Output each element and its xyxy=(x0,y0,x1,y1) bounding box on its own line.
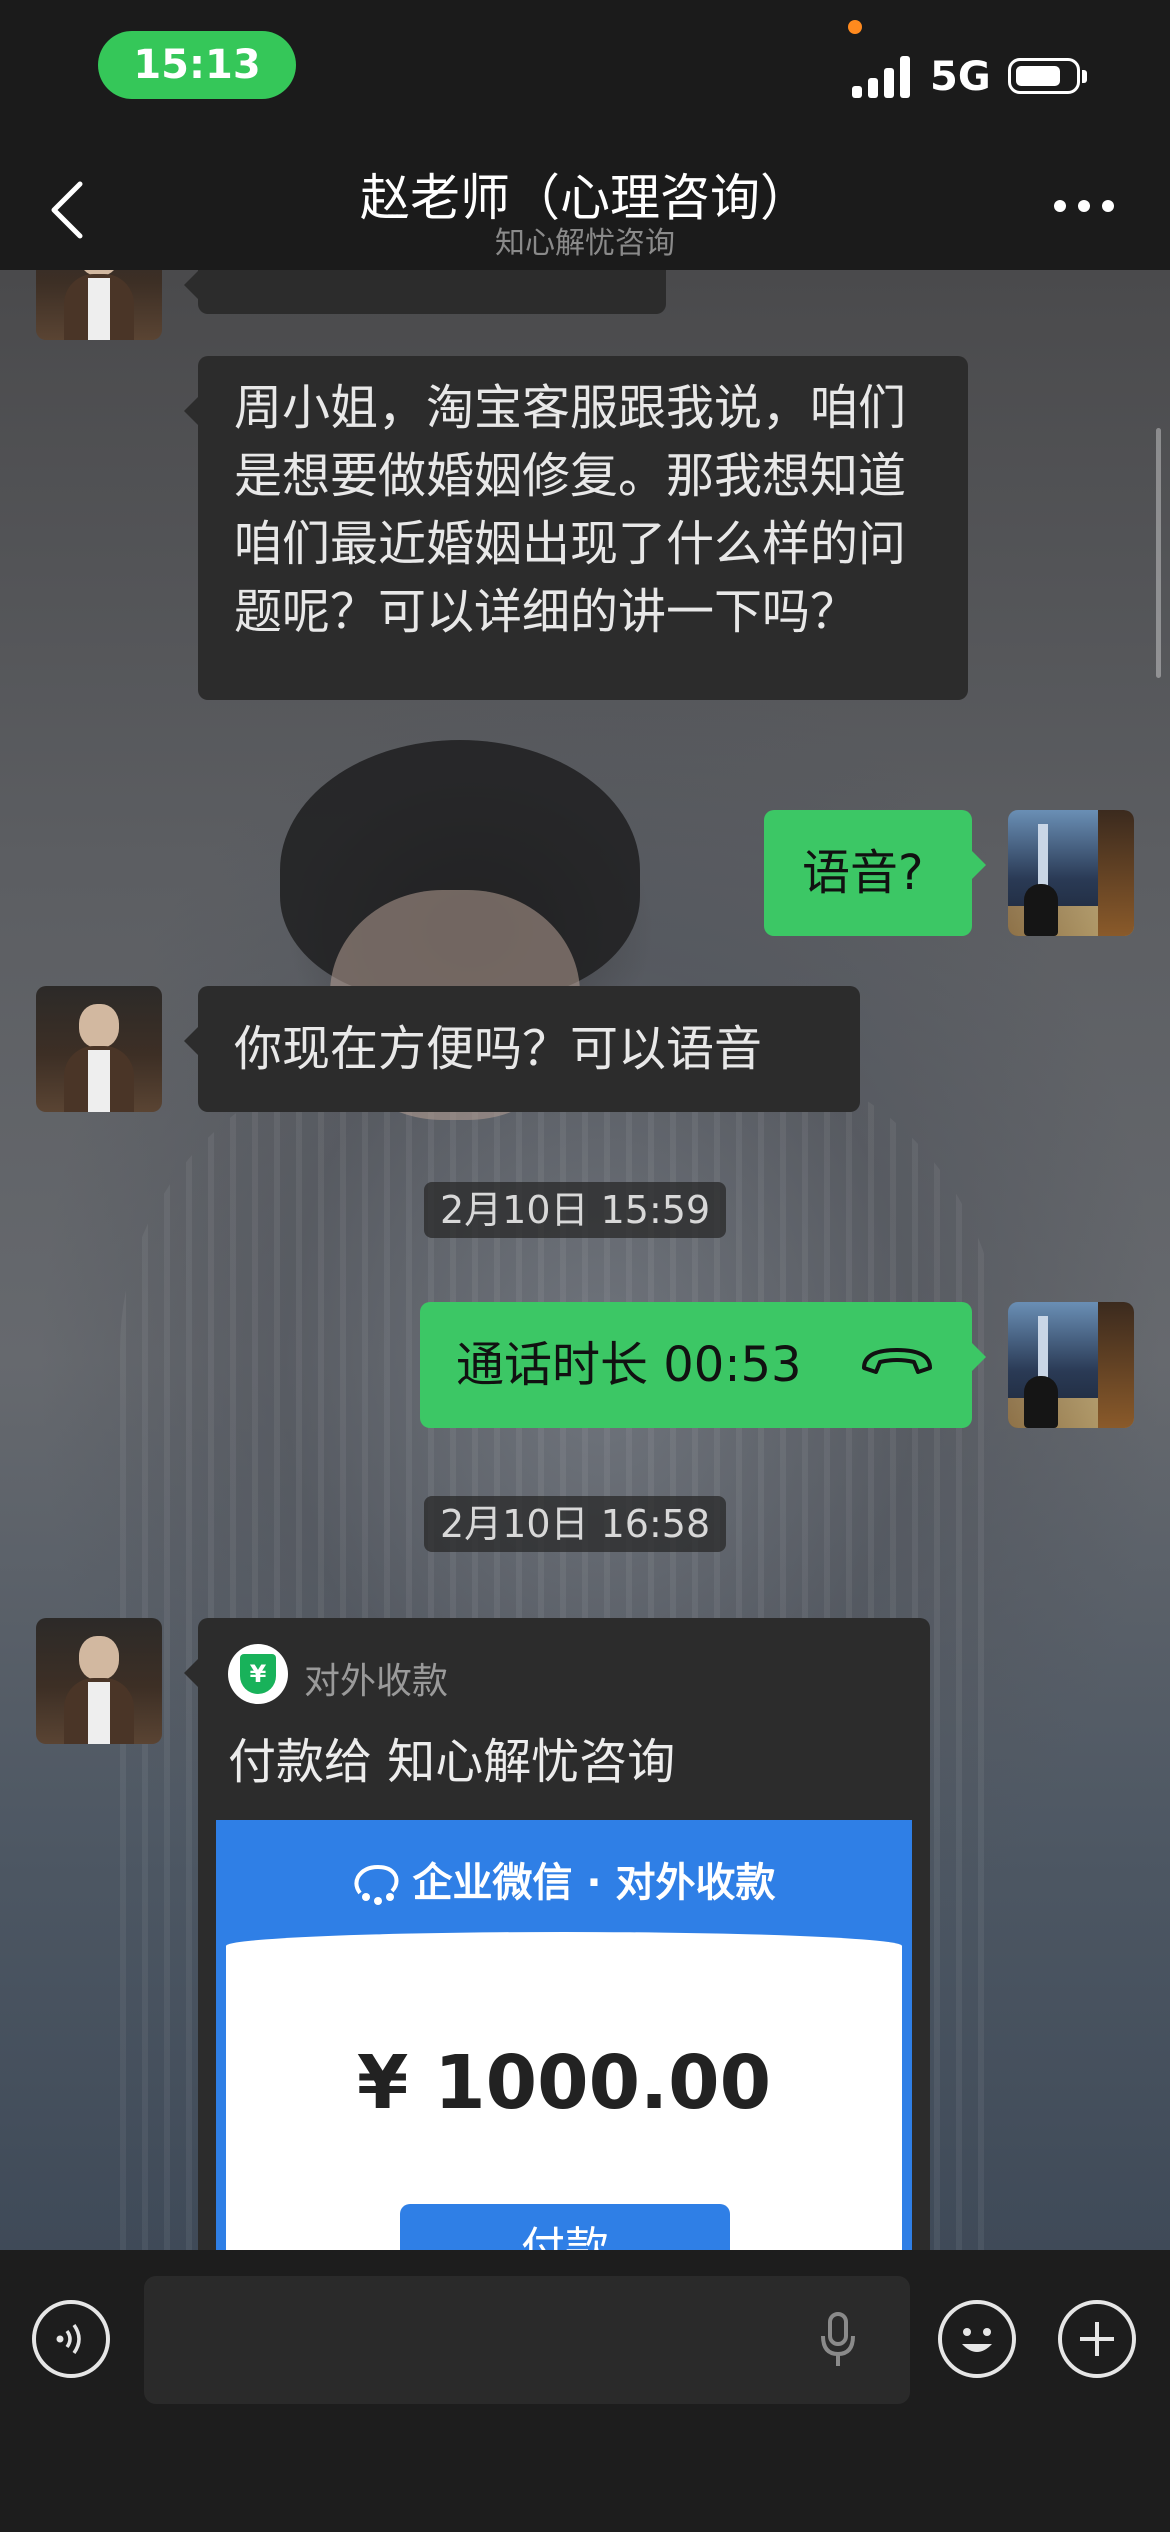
message-input[interactable] xyxy=(144,2276,910,2404)
avatar-user[interactable] xyxy=(1008,810,1134,936)
payment-brand-text: 企业微信 · 对外收款 xyxy=(412,1860,776,1906)
avatar-user[interactable] xyxy=(1008,1302,1134,1428)
payment-amount: ¥ 1000.00 xyxy=(356,2040,772,2126)
voice-icon xyxy=(234,270,268,272)
message-user-voice-ask[interactable]: 语音? xyxy=(764,810,986,936)
chat-subtitle: 知心解忧咨询 xyxy=(495,226,675,261)
wecom-icon xyxy=(354,1864,399,1905)
voice-mode-icon[interactable] xyxy=(32,2300,110,2378)
payment-card[interactable]: ¥ 对外收款 付款给 知心解忧咨询 企业微信 · 对外收款 ¥ 1000.00 … xyxy=(184,1618,930,2250)
scrollbar[interactable] xyxy=(1156,428,1161,678)
plus-icon[interactable] xyxy=(1058,2300,1136,2378)
call-duration-label: 通话时长 00:53 xyxy=(456,1337,802,1393)
payment-type-label: 对外收款 xyxy=(304,1661,449,1702)
more-icon[interactable] xyxy=(1054,200,1114,214)
chat-area[interactable]: 10" 周小姐，淘宝客服跟我说，咱们是想要做婚姻修复。那我想知道咱们最近婚姻出现… xyxy=(0,270,1170,2250)
status-time: 15:13 xyxy=(98,31,296,99)
avatar-teacher[interactable] xyxy=(36,1618,162,1744)
pay-button[interactable]: 付款 xyxy=(400,2204,730,2250)
input-bar xyxy=(0,2250,1170,2532)
call-hangup-icon xyxy=(862,1348,932,1374)
payment-panel: 企业微信 · 对外收款 ¥ 1000.00 付款 xyxy=(216,1820,912,2250)
payment-recipient: 付款给 知心解忧咨询 xyxy=(228,1734,676,1790)
message-teacher-reply[interactable]: 你现在方便吗？可以语音 xyxy=(184,986,860,1112)
emoji-icon[interactable] xyxy=(938,2300,1016,2378)
privacy-indicator xyxy=(848,20,862,34)
timestamp: 2月10日 16:58 xyxy=(424,1496,727,1552)
timestamp: 2月10日 15:59 xyxy=(424,1182,727,1238)
voice-duration: 10" xyxy=(308,270,384,284)
call-record-message[interactable]: 通话时长 00:53 xyxy=(420,1302,986,1428)
mic-icon[interactable] xyxy=(818,2310,858,2370)
payment-badge-icon: ¥ xyxy=(228,1644,288,1704)
status-bar: 15:13 5G xyxy=(0,0,1170,140)
avatar-teacher[interactable] xyxy=(36,986,162,1112)
payment-brand: 企业微信 · 对外收款 xyxy=(216,1850,912,1908)
message-teacher-question[interactable]: 周小姐，淘宝客服跟我说，咱们是想要做婚姻修复。那我想知道咱们最近婚姻出现了什么样… xyxy=(184,356,968,700)
signal-icon xyxy=(852,56,914,98)
voice-message[interactable]: 10" xyxy=(184,270,666,314)
avatar-teacher[interactable] xyxy=(36,270,162,340)
network-type: 5G xyxy=(930,54,991,100)
battery-icon xyxy=(1008,58,1087,94)
